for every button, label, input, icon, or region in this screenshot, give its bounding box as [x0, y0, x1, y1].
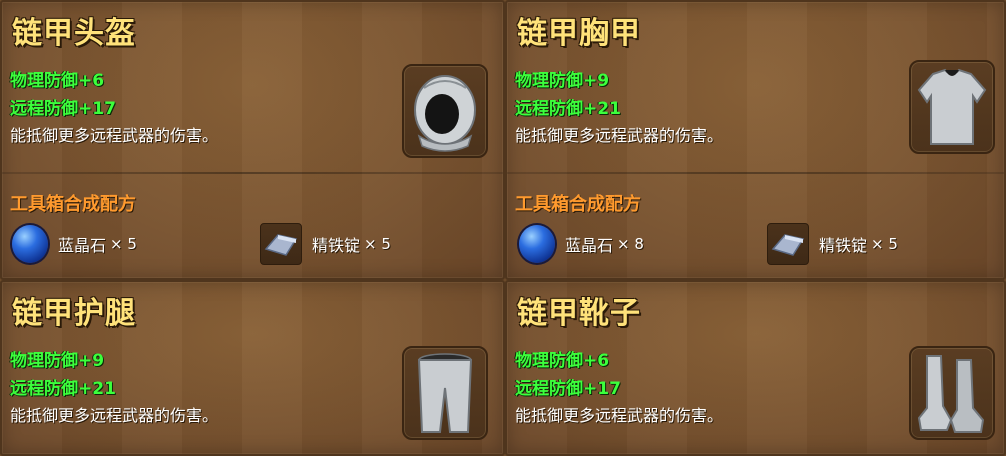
material-qty: × 5 — [110, 235, 137, 253]
section-divider — [507, 172, 1004, 174]
chain-boots-icon — [917, 355, 985, 433]
sapphire-gem-icon — [519, 225, 555, 263]
item-stat-ranged: 远程防御+17 — [10, 99, 116, 119]
item-description: 能抵御更多远程武器的伤害。 — [515, 126, 724, 145]
material-name: 精铁锭 — [819, 236, 868, 255]
item-title: 链甲护腿 — [12, 296, 136, 331]
item-stat-ranged: 远程防御+21 — [10, 379, 116, 399]
item-stat-physical: 物理防御+6 — [10, 71, 105, 91]
item-stat-ranged: 远程防御+17 — [515, 379, 621, 399]
item-stat-physical: 物理防御+9 — [515, 71, 610, 91]
material-name: 蓝晶石 — [565, 236, 614, 255]
item-title: 链甲胸甲 — [517, 16, 641, 51]
item-stat-physical: 物理防御+9 — [10, 351, 105, 371]
item-title: 链甲靴子 — [517, 296, 641, 331]
chain-helmet-icon — [414, 75, 476, 152]
item-title: 链甲头盔 — [12, 16, 136, 51]
item-description: 能抵御更多远程武器的伤害。 — [10, 406, 219, 425]
item-description: 能抵御更多远程武器的伤害。 — [515, 406, 724, 425]
item-card-leggings: 链甲护腿 物理防御+9 远程防御+21 能抵御更多远程武器的伤害。 — [0, 280, 505, 456]
recipe-material-iron: 精铁锭 × 5 — [260, 223, 391, 265]
iron-ingot-icon — [260, 223, 302, 265]
item-stat-physical: 物理防御+6 — [515, 351, 610, 371]
material-qty: × 8 — [617, 235, 644, 253]
material-qty: × 5 — [364, 235, 391, 253]
item-icon-slot[interactable] — [909, 346, 995, 440]
item-icon-slot[interactable] — [909, 60, 995, 154]
item-card-boots: 链甲靴子 物理防御+6 远程防御+17 能抵御更多远程武器的伤害。 — [505, 280, 1006, 456]
sapphire-gem-icon — [12, 225, 48, 263]
recipe-material-sapphire: 蓝晶石 × 5 — [12, 224, 137, 264]
chain-chestplate-icon — [917, 68, 987, 145]
item-card-chestplate: 链甲胸甲 物理防御+9 远程防御+21 能抵御更多远程武器的伤害。 工具箱合成配… — [505, 0, 1006, 280]
item-description: 能抵御更多远程武器的伤害。 — [10, 126, 219, 145]
recipe-material-iron: 精铁锭 × 5 — [767, 223, 898, 265]
material-qty: × 5 — [871, 235, 898, 253]
section-divider — [2, 172, 503, 174]
iron-ingot-icon — [767, 223, 809, 265]
item-icon-slot[interactable] — [402, 346, 488, 440]
recipe-material-sapphire: 蓝晶石 × 8 — [519, 224, 644, 264]
item-card-helmet: 链甲头盔 物理防御+6 远程防御+17 能抵御更多远程武器的伤害。 工具箱合成配… — [0, 0, 505, 280]
recipe-title: 工具箱合成配方 — [10, 194, 136, 215]
chain-leggings-icon — [417, 353, 473, 433]
item-stat-ranged: 远程防御+21 — [515, 99, 621, 119]
material-name: 蓝晶石 — [58, 236, 107, 255]
item-icon-slot[interactable] — [402, 64, 488, 158]
material-name: 精铁锭 — [312, 236, 361, 255]
recipe-title: 工具箱合成配方 — [515, 194, 641, 215]
